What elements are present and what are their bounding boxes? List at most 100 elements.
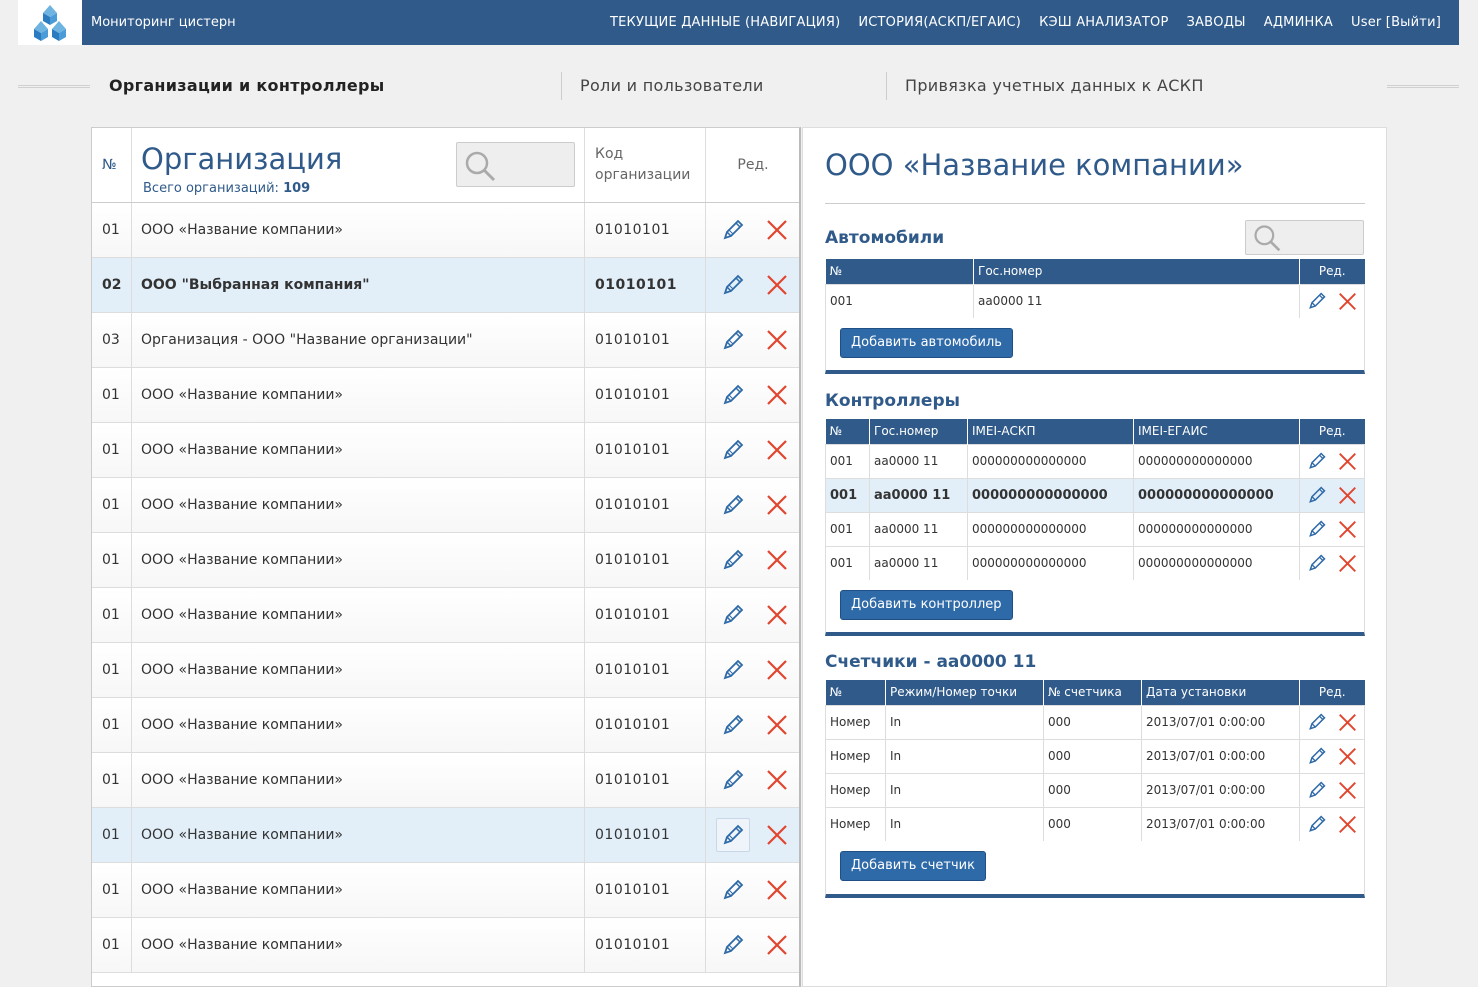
meter-row[interactable]: Номер In 000 2013/07/01 0:00:00 [825, 704, 1365, 740]
delete-icon[interactable] [764, 492, 790, 518]
organizations-count: Всего организаций: 109 [143, 181, 310, 196]
pencil-icon[interactable] [716, 378, 750, 412]
org-row-code: 01010101 [584, 313, 705, 367]
pencil-icon[interactable] [716, 323, 750, 357]
org-row-code: 01010101 [584, 368, 705, 422]
nav-current-data[interactable]: ТЕКУЩИЕ ДАННЫЕ (НАВИГАЦИЯ) [610, 15, 840, 30]
pencil-icon[interactable] [716, 653, 750, 687]
tab-askp-binding[interactable]: Привязка учетных данных к АСКП [905, 76, 1204, 95]
pencil-icon[interactable] [716, 213, 750, 247]
delete-icon[interactable] [1335, 744, 1359, 768]
org-row[interactable]: 01 ООО «Название компании» 01010101 [92, 863, 799, 918]
delete-icon[interactable] [764, 657, 790, 683]
nav-factories[interactable]: ЗАВОДЫ [1187, 15, 1246, 30]
org-row[interactable]: 01 ООО «Название компании» 01010101 [92, 423, 799, 478]
delete-icon[interactable] [764, 932, 790, 958]
pencil-icon[interactable] [1305, 449, 1329, 473]
ctrl-imei-egais: 000000000000000 [1133, 477, 1300, 513]
row-actions [1299, 738, 1365, 774]
meter-row[interactable]: Номер In 000 2013/07/01 0:00:00 [825, 738, 1365, 774]
meter-date: 2013/07/01 0:00:00 [1141, 738, 1300, 774]
pencil-icon[interactable] [716, 873, 750, 907]
nav-user-logout[interactable]: User [Выйти] [1351, 15, 1441, 30]
meter-num: Номер [825, 704, 886, 740]
delete-icon[interactable] [1335, 778, 1359, 802]
pencil-icon[interactable] [1305, 289, 1329, 313]
pencil-icon[interactable] [716, 928, 750, 962]
meter-row[interactable]: Номер In 000 2013/07/01 0:00:00 [825, 806, 1365, 842]
delete-icon[interactable] [1335, 483, 1359, 507]
add-meter-button[interactable]: Добавить счетчик [840, 851, 986, 881]
org-row[interactable]: 01 ООО «Название компании» 01010101 [92, 368, 799, 423]
org-row-num: 01 [102, 222, 120, 238]
delete-icon[interactable] [1335, 710, 1359, 734]
pencil-icon[interactable] [716, 763, 750, 797]
tab-orgs-controllers[interactable]: Организации и контроллеры [109, 76, 385, 95]
meter-row[interactable]: Номер In 000 2013/07/01 0:00:00 [825, 772, 1365, 808]
pencil-icon[interactable] [1305, 778, 1329, 802]
cars-search-input[interactable] [1245, 220, 1364, 255]
add-car-button[interactable]: Добавить автомобиль [840, 328, 1013, 358]
delete-icon[interactable] [764, 547, 790, 573]
org-row[interactable]: 01 ООО «Название компании» 01010101 [92, 203, 799, 258]
delete-icon[interactable] [1335, 812, 1359, 836]
delete-icon[interactable] [1335, 449, 1359, 473]
delete-icon[interactable] [764, 712, 790, 738]
org-search-input[interactable] [456, 142, 575, 187]
org-row[interactable]: 01 ООО «Название компании» 01010101 [92, 478, 799, 533]
delete-icon[interactable] [764, 602, 790, 628]
org-row[interactable]: 01 ООО «Название компании» 01010101 [92, 753, 799, 808]
pencil-icon[interactable] [716, 598, 750, 632]
pencil-icon[interactable] [716, 488, 750, 522]
controller-row[interactable]: 001 aa0000 11 000000000000000 0000000000000… [825, 545, 1365, 581]
delete-icon[interactable] [764, 217, 790, 243]
org-row[interactable]: 01 ООО «Название компании» 01010101 [92, 588, 799, 643]
pencil-icon[interactable] [716, 818, 750, 852]
meters-col-meter: № счетчика [1043, 680, 1142, 705]
delete-icon[interactable] [764, 822, 790, 848]
pencil-icon[interactable] [1305, 551, 1329, 575]
delete-icon[interactable] [764, 272, 790, 298]
delete-icon[interactable] [1335, 289, 1359, 313]
pencil-icon[interactable] [716, 708, 750, 742]
add-controller-button[interactable]: Добавить контроллер [840, 590, 1013, 620]
controller-row[interactable]: 001 aa0000 11 000000000000000 0000000000000… [825, 443, 1365, 479]
org-row[interactable]: 01 ООО «Название компании» 01010101 [92, 533, 799, 588]
org-row-code: 01010101 [584, 753, 705, 807]
org-row[interactable]: 01 ООО «Название компании» 01010101 [92, 918, 799, 973]
delete-icon[interactable] [1335, 551, 1359, 575]
pencil-icon[interactable] [1305, 483, 1329, 507]
logo-icon[interactable] [18, 0, 82, 45]
controller-row[interactable]: 001 aa0000 11 000000000000000 0000000000000… [825, 477, 1365, 513]
meters-col-date: Дата установки [1141, 680, 1300, 705]
org-row[interactable]: 01 ООО «Название компании» 01010101 [92, 808, 799, 863]
delete-icon[interactable] [764, 767, 790, 793]
nav-admin[interactable]: АДМИНКА [1264, 15, 1333, 30]
delete-icon[interactable] [764, 382, 790, 408]
pencil-icon[interactable] [716, 268, 750, 302]
pencil-icon[interactable] [1305, 812, 1329, 836]
pencil-icon[interactable] [1305, 744, 1329, 768]
org-row[interactable]: 02 ООО "Выбранная компания" 01010101 [92, 258, 799, 313]
nav-history[interactable]: ИСТОРИЯ(АСКП/ЕГАИС) [858, 15, 1021, 30]
delete-icon[interactable] [764, 877, 790, 903]
car-row[interactable]: 001 aa0000 11 [825, 283, 1365, 319]
nav-cache-analyzer[interactable]: КЭШ АНАЛИЗАТОР [1039, 15, 1168, 30]
tab-roles-users[interactable]: Роли и пользователи [580, 76, 764, 95]
delete-icon[interactable] [1335, 517, 1359, 541]
org-row-actions [705, 533, 799, 587]
car-num: 001 [825, 283, 974, 319]
pencil-icon[interactable] [716, 433, 750, 467]
org-row[interactable]: 03 Организация - ООО "Название организаци… [92, 313, 799, 368]
delete-icon[interactable] [764, 327, 790, 353]
pencil-icon[interactable] [1305, 517, 1329, 541]
delete-icon[interactable] [764, 437, 790, 463]
pencil-icon[interactable] [1305, 710, 1329, 734]
org-row[interactable]: 01 ООО «Название компании» 01010101 [92, 698, 799, 753]
pencil-icon[interactable] [716, 543, 750, 577]
controllers-table: № Гос.номер IMEI-АСКП IMEI-ЕГАИС Ред. 00… [825, 419, 1365, 581]
controller-row[interactable]: 001 aa0000 11 000000000000000 0000000000000… [825, 511, 1365, 547]
org-row[interactable]: 01 ООО «Название компании» 01010101 [92, 643, 799, 698]
search-icon [1254, 225, 1281, 252]
org-row-code: 01010101 [584, 588, 705, 642]
